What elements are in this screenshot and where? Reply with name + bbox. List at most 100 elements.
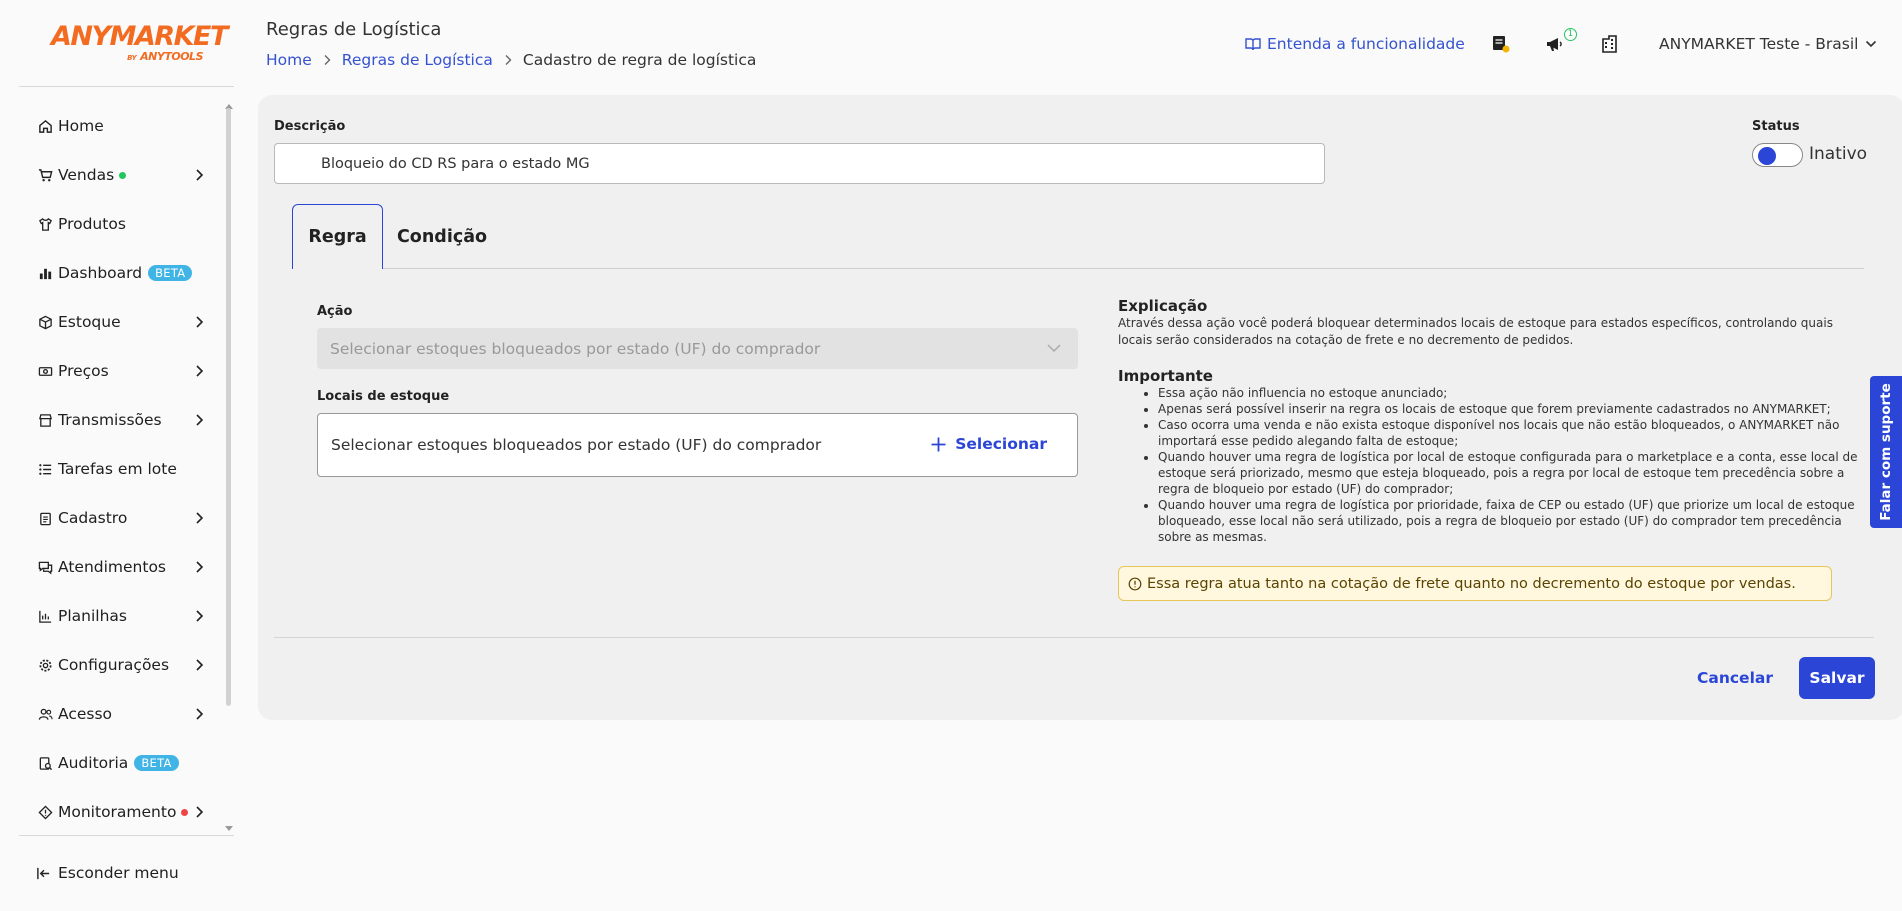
chevron-down-icon (1047, 344, 1061, 353)
chevron-right-icon (196, 512, 204, 524)
status-dot-green (119, 171, 127, 179)
arrow-left-bar-icon (36, 864, 54, 882)
sidebar-item-dashboard[interactable]: Dashboard BETA (36, 258, 206, 288)
action-select-value: Selecionar estoques bloqueados por estad… (330, 339, 821, 358)
important-list: Essa ação não influencia no estoque anun… (1140, 385, 1860, 545)
support-tab[interactable]: Falar com suporte (1870, 376, 1902, 528)
sidebar-item-transmissoes[interactable]: Transmissões (36, 405, 206, 435)
users-icon (36, 705, 54, 723)
sidebar-item-planilhas[interactable]: Planilhas (36, 601, 206, 631)
tabs-divider (292, 268, 1864, 269)
sidebar-item-atendimentos[interactable]: Atendimentos (36, 552, 206, 582)
sidebar-item-precos[interactable]: Preços (36, 356, 206, 386)
sidebar-item-label: Produtos (58, 215, 126, 233)
chevron-down-icon (1866, 40, 1877, 48)
breadcrumb-home[interactable]: Home (266, 51, 312, 69)
sidebar-scrollbar[interactable] (226, 108, 231, 706)
chevron-right-icon (196, 610, 204, 622)
home-icon (36, 117, 54, 135)
support-tab-label: Falar com suporte (1878, 383, 1894, 521)
sidebar-item-label: Preços (58, 362, 109, 380)
tab-regra[interactable]: Regra (292, 204, 383, 269)
footer-divider (274, 637, 1874, 638)
sidebar-item-label: Dashboard (58, 264, 143, 282)
select-button-label: Selecionar (955, 435, 1047, 453)
sidebar-item-label: Acesso (58, 705, 113, 723)
breadcrumb-current: Cadastro de regra de logística (522, 51, 757, 69)
building-icon[interactable] (1600, 34, 1620, 54)
page-title: Regras de Logística (266, 19, 442, 40)
sidebar-item-label: Tarefas em lote (58, 460, 177, 478)
account-name: ANYMARKET Teste - Brasil (1659, 35, 1859, 53)
tab-condicao[interactable]: Condição (397, 204, 487, 269)
money-icon (36, 362, 54, 380)
action-select[interactable]: Selecionar estoques bloqueados por estad… (317, 328, 1078, 369)
breadcrumb-regras-logistica[interactable]: Regras de Logística (342, 51, 493, 69)
description-label: Descrição (274, 119, 346, 134)
anymarket-logo[interactable]: ANYMARKET BY ANYTOOLS (51, 22, 228, 66)
breadcrumb: Home Regras de Logística Cadastro de reg… (266, 51, 756, 69)
plus-icon (931, 437, 946, 451)
list-item: Caso ocorra uma venda e não exista estoq… (1158, 417, 1860, 449)
sidebar-item-home[interactable]: Home (36, 111, 206, 141)
sidebar-item-label: Configurações (58, 656, 170, 674)
sidebar-item-label: Monitoramento (58, 803, 177, 821)
list-item: Quando houver uma regra de logística por… (1158, 497, 1860, 545)
pending-tasks-icon[interactable] (1491, 34, 1511, 54)
list-item: Essa ação não influencia no estoque anun… (1158, 385, 1860, 401)
sidebar-item-label: Auditoria (58, 754, 129, 772)
bar-chart-icon (36, 264, 54, 282)
status-label: Status (1752, 119, 1800, 134)
explanation-text: Através dessa ação você poderá bloquear … (1118, 316, 1833, 347)
sidebar-item-vendas[interactable]: Vendas (36, 160, 206, 190)
sidebar-item-tarefas-em-lote[interactable]: Tarefas em lote (36, 454, 206, 484)
list-item: Apenas será possível inserir na regra os… (1158, 401, 1860, 417)
box-icon (36, 313, 54, 331)
status-dot-red (181, 808, 189, 816)
info-alert: Essa regra atua tanto na cotação de fret… (1118, 566, 1832, 601)
chevron-right-icon (196, 414, 204, 426)
scroll-down-arrow[interactable] (225, 826, 233, 831)
sidebar-item-label: Home (58, 117, 104, 135)
sidebar-item-label: Estoque (58, 313, 121, 331)
locations-text: Selecionar estoques bloqueados por estad… (331, 436, 822, 454)
help-link[interactable]: Entenda a funcionalidade (1245, 35, 1465, 53)
sidebar-item-produtos[interactable]: Produtos (36, 209, 206, 239)
description-input[interactable] (274, 143, 1325, 184)
info-icon (1128, 577, 1142, 590)
sidebar-item-auditoria[interactable]: Auditoria BETA (36, 748, 206, 778)
cancel-button[interactable]: Cancelar (1688, 657, 1782, 699)
alert-text: Essa regra atua tanto na cotação de fret… (1147, 575, 1796, 592)
chevron-right-icon (196, 316, 204, 328)
locations-label: Locais de estoque (317, 389, 450, 404)
status-toggle[interactable] (1752, 143, 1803, 167)
book-icon (1245, 38, 1261, 51)
sidebar-item-configuracoes[interactable]: Configurações (36, 650, 206, 680)
status-value: Inativo (1809, 144, 1868, 164)
sidebar-divider-bottom (19, 835, 234, 836)
select-locations-button[interactable]: Selecionar (930, 435, 1047, 453)
gear-icon (36, 656, 54, 674)
save-button[interactable]: Salvar (1799, 657, 1875, 699)
chevron-right-icon (196, 708, 204, 720)
megaphone-icon[interactable] (1545, 34, 1565, 54)
list-icon (36, 460, 54, 478)
beta-badge: BETA (134, 755, 179, 771)
logo-sub-text: BY ANYTOOLS (127, 50, 203, 63)
spreadsheet-icon (36, 607, 54, 625)
shirt-icon (36, 215, 54, 233)
account-selector[interactable]: ANYMARKET Teste - Brasil (1659, 35, 1878, 53)
sidebar-item-label: Transmissões (58, 411, 162, 429)
sidebar-item-label: Cadastro (58, 509, 128, 527)
chat-icon (36, 558, 54, 576)
sidebar-item-estoque[interactable]: Estoque (36, 307, 206, 337)
sidebar-item-acesso[interactable]: Acesso (36, 699, 206, 729)
sidebar-item-cadastro[interactable]: Cadastro (36, 503, 206, 533)
notification-count-badge: 1 (1564, 28, 1577, 41)
list-item: Quando houver uma regra de logística por… (1158, 449, 1860, 497)
audit-icon (36, 754, 54, 772)
sidebar-item-label: Planilhas (58, 607, 127, 625)
hide-menu-button[interactable]: Esconder menu (36, 864, 179, 882)
help-link-label: Entenda a funcionalidade (1267, 35, 1465, 53)
sidebar-item-monitoramento[interactable]: Monitoramento (36, 797, 206, 827)
